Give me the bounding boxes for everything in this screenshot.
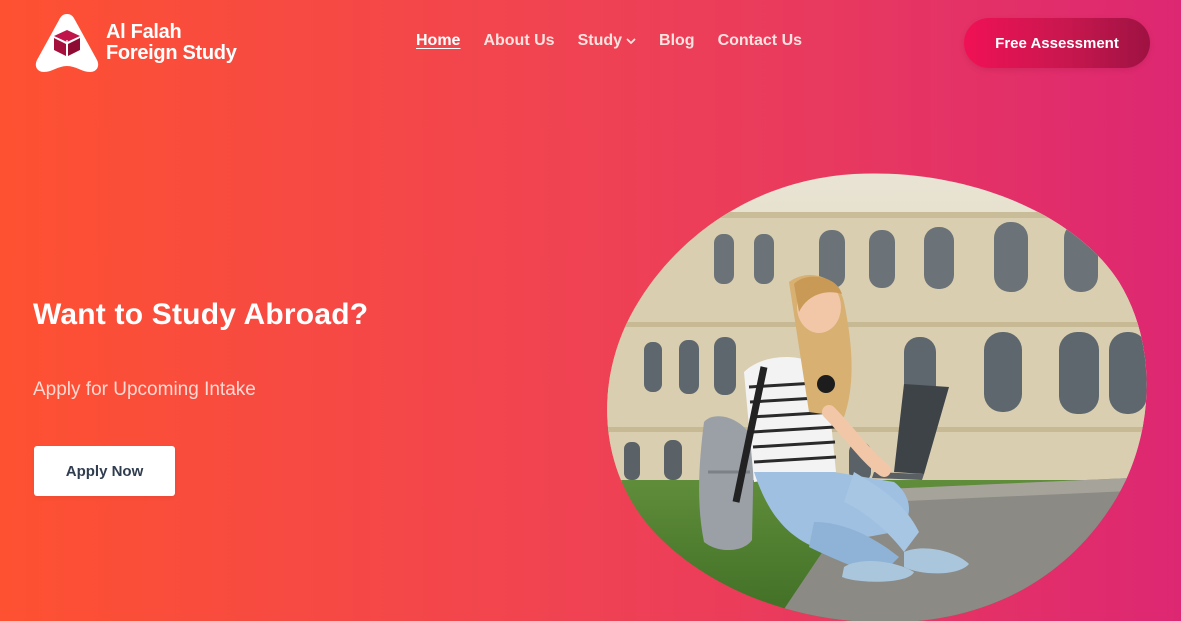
nav-about-us[interactable]: About Us (483, 32, 554, 50)
apply-now-button[interactable]: Apply Now (34, 446, 175, 496)
hero-subtitle: Apply for Upcoming Intake (33, 379, 256, 400)
site-logo[interactable]: Al Falah Foreign Study (34, 12, 237, 74)
graduation-cap-icon (35, 14, 99, 72)
brand-name: Al Falah Foreign Study (106, 22, 237, 64)
hero-page: Al Falah Foreign Study Home About Us Stu… (0, 0, 1181, 621)
main-nav: Home About Us Study Blog Contact Us (416, 32, 825, 50)
brand-line-1: Al Falah (106, 21, 182, 43)
hero-title: Want to Study Abroad? (33, 298, 369, 331)
brand-line-2: Foreign Study (106, 42, 237, 64)
nav-study[interactable]: Study (578, 32, 636, 50)
nav-contact-us[interactable]: Contact Us (718, 32, 802, 50)
nav-home[interactable]: Home (416, 32, 460, 50)
nav-blog[interactable]: Blog (659, 32, 695, 50)
chevron-down-icon (626, 38, 636, 44)
hero-image (607, 173, 1147, 621)
nav-study-label: Study (577, 32, 623, 49)
free-assessment-button[interactable]: Free Assessment (964, 18, 1150, 68)
